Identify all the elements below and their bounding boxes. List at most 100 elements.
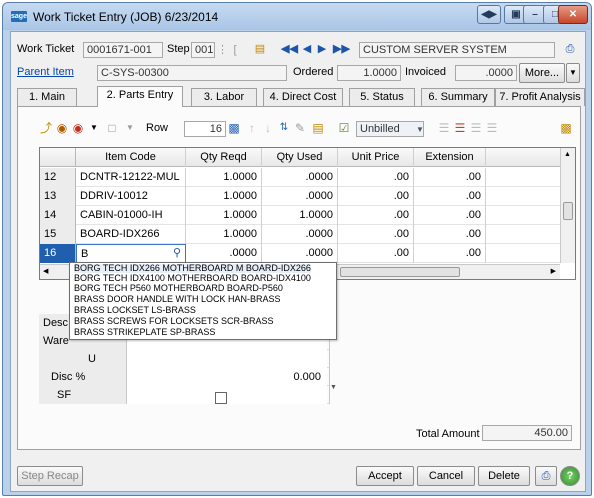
autocomplete-item[interactable]: BRASS LOCKSET LS-BRASS: [74, 306, 196, 315]
hscroll-thumb[interactable]: [340, 267, 460, 277]
help-icon[interactable]: ?: [560, 466, 580, 486]
extension-cell[interactable]: .00: [414, 168, 486, 187]
item-lookup-icon[interactable]: ⚲: [170, 246, 184, 260]
parent-item-link[interactable]: Parent Item: [17, 66, 74, 78]
delete-lines-icon[interactable]: ☰: [452, 120, 468, 136]
row-field[interactable]: 16: [184, 121, 226, 137]
qty-reqd-cell[interactable]: .0000: [186, 244, 262, 263]
first-record-icon[interactable]: ◀◀: [281, 42, 298, 56]
tab-direct-cost[interactable]: 4. Direct Cost: [263, 88, 343, 106]
sf-checkbox[interactable]: [215, 392, 227, 404]
qty-used-header[interactable]: Qty Used: [262, 148, 338, 167]
insert-icon[interactable]: □: [104, 120, 120, 136]
tab-parts-entry[interactable]: 2. Parts Entry: [97, 86, 183, 107]
delete-button[interactable]: Delete: [478, 466, 530, 486]
move-down-icon[interactable]: ↓: [260, 120, 276, 136]
step-field[interactable]: 001: [191, 42, 215, 58]
u-value[interactable]: [127, 350, 327, 368]
outdent-icon[interactable]: ☰: [484, 120, 500, 136]
extension-cell[interactable]: .00: [414, 244, 486, 263]
close-button[interactable]: ✕: [558, 5, 588, 24]
autocomplete-item[interactable]: BRASS STRIKEPLATE SP-BRASS: [74, 328, 215, 337]
item-code-cell[interactable]: BOARD-IDX266: [76, 225, 186, 244]
qty-reqd-cell[interactable]: 1.0000: [186, 206, 262, 225]
item-code-cell[interactable]: DCNTR-12122-MUL: [76, 168, 186, 187]
scroll-left-icon[interactable]: ◀: [43, 267, 48, 275]
extension-cell[interactable]: .00: [414, 225, 486, 244]
extension-header[interactable]: Extension: [414, 148, 486, 167]
unbilled-dropdown-arrow[interactable]: ▼: [412, 122, 428, 138]
printer-icon[interactable]: ⎙: [562, 42, 578, 56]
next-record-icon[interactable]: ▶: [317, 42, 327, 56]
more-dropdown-arrow[interactable]: ▼: [566, 63, 580, 83]
tab-profit-analysis[interactable]: 7. Profit Analysis: [495, 88, 585, 106]
table-row[interactable]: 15 BOARD-IDX266 1.0000 .0000 .00 .00: [40, 225, 560, 244]
qty-reqd-cell[interactable]: 1.0000: [186, 187, 262, 206]
move-up-icon[interactable]: ↑: [244, 120, 260, 136]
print-icon[interactable]: ⎙: [535, 466, 557, 486]
scroll-right-icon[interactable]: ▶: [551, 267, 556, 275]
autocomplete-item[interactable]: BORG TECH IDX4100 MOTHERBOARD BOARD-IDX4…: [74, 274, 311, 283]
disc-value[interactable]: 0.000: [127, 368, 327, 386]
scroll-thumb[interactable]: [563, 202, 573, 220]
extension-cell[interactable]: .00: [414, 206, 486, 225]
checkbox-icon[interactable]: ☑: [336, 120, 352, 136]
qty-used-cell[interactable]: .0000: [262, 225, 338, 244]
qty-used-cell[interactable]: .0000: [262, 187, 338, 206]
table-row[interactable]: 13 DDRIV-10012 1.0000 .0000 .00 .00: [40, 187, 560, 206]
qty-used-cell[interactable]: .0000: [262, 244, 338, 263]
ruler-icon[interactable]: ✎: [292, 120, 308, 136]
insert-dropdown-arrow[interactable]: ▼: [122, 120, 138, 136]
unit-price-cell[interactable]: .00: [338, 244, 414, 263]
indent-icon[interactable]: ☰: [468, 120, 484, 136]
autocomplete-item[interactable]: BRASS DOOR HANDLE WITH LOCK HAN-BRASS: [74, 295, 281, 304]
unit-price-cell[interactable]: .00: [338, 187, 414, 206]
unit-price-cell[interactable]: .00: [338, 168, 414, 187]
autocomplete-item[interactable]: BORG TECH P560 MOTHERBOARD BOARD-P560: [74, 284, 283, 293]
tab-summary[interactable]: 6. Summary: [421, 88, 495, 106]
detail-scroll-down-icon[interactable]: ▼: [330, 384, 337, 391]
unit-price-cell[interactable]: .00: [338, 206, 414, 225]
item-code-header[interactable]: Item Code: [76, 148, 186, 167]
item-autocomplete-list[interactable]: BORG TECH IDX266 MOTHERBOARD M BOARD-IDX…: [69, 262, 337, 340]
switch-window-icon[interactable]: ◀▶: [477, 5, 501, 24]
accept-button[interactable]: Accept: [356, 466, 414, 486]
table-row-active[interactable]: 16 B ⚲ .0000 .0000 .00 .00: [40, 244, 560, 263]
autocomplete-item[interactable]: BRASS SCREWS FOR LOCKSETS SCR-BRASS: [74, 317, 274, 326]
work-ticket-field[interactable]: 0001671-001: [83, 42, 163, 58]
grid-vertical-scrollbar[interactable]: ▲: [560, 148, 575, 263]
item-code-cell[interactable]: CABIN-01000-IH: [76, 206, 186, 225]
qty-used-cell[interactable]: 1.0000: [262, 206, 338, 225]
step-bracket-icon[interactable]: [: [229, 43, 241, 57]
tab-status[interactable]: 5. Status: [349, 88, 415, 106]
autocomplete-item[interactable]: BORG TECH IDX266 MOTHERBOARD M BOARD-IDX…: [74, 264, 311, 273]
binoculars-icon[interactable]: ◉: [54, 120, 70, 136]
list-icon[interactable]: ☰: [436, 120, 452, 136]
table-row[interactable]: 12 DCNTR-12122-MUL 1.0000 .0000 .00 .00: [40, 168, 560, 187]
item-code-cell[interactable]: DDRIV-10012: [76, 187, 186, 206]
unit-price-header[interactable]: Unit Price: [338, 148, 414, 167]
notepad-icon[interactable]: ▤: [253, 42, 267, 56]
qty-reqd-cell[interactable]: 1.0000: [186, 168, 262, 187]
table-row[interactable]: 14 CABIN-01000-IH 1.0000 1.0000 .00 .00: [40, 206, 560, 225]
qty-reqd-header[interactable]: Qty Reqd: [186, 148, 262, 167]
more-button[interactable]: More...: [519, 63, 565, 83]
sort-az-icon[interactable]: ⇅: [276, 120, 292, 136]
scroll-up-icon[interactable]: ▲: [564, 151, 571, 158]
extension-cell[interactable]: .00: [414, 187, 486, 206]
last-record-icon[interactable]: ▶▶: [333, 42, 350, 56]
find-dropdown-arrow[interactable]: ▼: [86, 120, 102, 136]
qty-reqd-cell[interactable]: 1.0000: [186, 225, 262, 244]
cancel-button[interactable]: Cancel: [417, 466, 475, 486]
binoculars-find-icon[interactable]: ◉: [70, 120, 86, 136]
qty-used-cell[interactable]: .0000: [262, 168, 338, 187]
goto-row-icon[interactable]: ▩: [226, 120, 242, 136]
step-lookup-icon[interactable]: ⋮: [217, 43, 228, 57]
customize-grid-icon[interactable]: ▩: [558, 120, 574, 136]
wand-icon[interactable]: ⤴: [38, 120, 54, 136]
unit-price-cell[interactable]: .00: [338, 225, 414, 244]
step-recap-button[interactable]: Step Recap: [17, 466, 83, 486]
previous-record-icon[interactable]: ◀: [302, 42, 312, 56]
note-icon[interactable]: ▤: [310, 120, 326, 136]
tab-main[interactable]: 1. Main: [17, 88, 77, 106]
